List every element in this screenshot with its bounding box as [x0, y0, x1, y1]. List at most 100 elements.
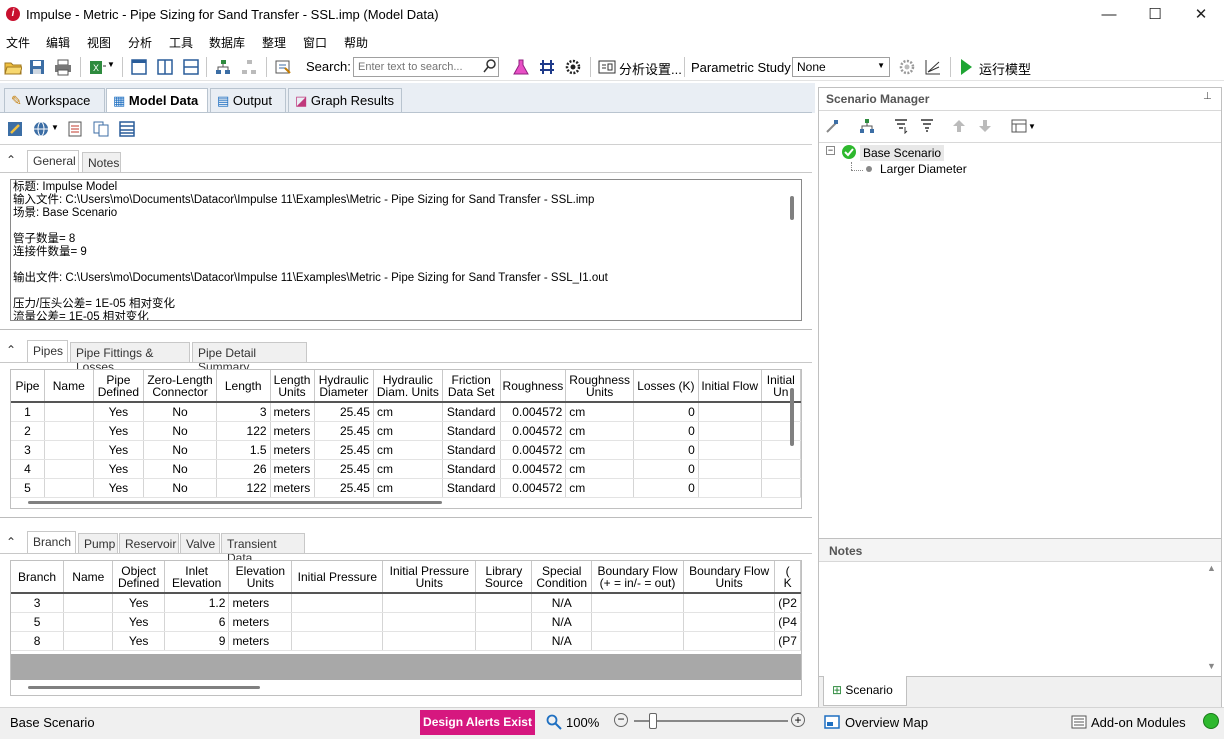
- table-cell[interactable]: [591, 593, 685, 613]
- table-cell[interactable]: [382, 593, 477, 613]
- table-cell[interactable]: 122: [216, 478, 271, 498]
- run-icon[interactable]: [957, 58, 975, 76]
- table-cell[interactable]: meters: [270, 440, 315, 460]
- scenario-tree-icon[interactable]: [859, 118, 875, 134]
- scroll-down-icon[interactable]: ▼: [1207, 661, 1216, 671]
- table-cell[interactable]: [683, 593, 776, 613]
- pin-icon[interactable]: ⊥: [1203, 91, 1212, 102]
- table-cell[interactable]: Yes: [112, 593, 165, 613]
- menu-database[interactable]: 数据库: [209, 34, 245, 51]
- table-cell[interactable]: [698, 421, 762, 441]
- table-cell[interactable]: 0.004572: [500, 421, 567, 441]
- tab-transient-data[interactable]: Transient Data: [221, 533, 305, 565]
- table-cell[interactable]: meters: [270, 402, 315, 422]
- table-cell[interactable]: 1.5: [216, 440, 271, 460]
- addon-modules-button[interactable]: Add-on Modules: [1091, 715, 1186, 730]
- table-cell[interactable]: (P7: [774, 631, 801, 651]
- pipes-column-header[interactable]: Zero-Length Connector: [143, 370, 217, 403]
- pipes-horizontal-scrollbar[interactable]: [28, 501, 442, 504]
- table-row[interactable]: 2 Yes No 122 meters 25.45 cm Standard 0.004572 cm…: [11, 421, 801, 441]
- table-cell[interactable]: cm: [373, 459, 443, 479]
- collapse-icon[interactable]: ⌃: [6, 153, 16, 167]
- table-cell[interactable]: 1.2: [164, 593, 230, 613]
- branch-column-header[interactable]: Inlet Elevation: [164, 561, 230, 594]
- pipes-column-header[interactable]: Initial Flow: [698, 370, 762, 403]
- row-header-cell[interactable]: 4: [11, 459, 45, 479]
- grid-icon[interactable]: [538, 58, 556, 76]
- table-cell[interactable]: (P4: [774, 612, 801, 632]
- table-cell[interactable]: cm: [565, 478, 635, 498]
- tab-pump[interactable]: Pump: [78, 533, 118, 553]
- split-horizontal-icon[interactable]: [182, 58, 200, 76]
- search-icon[interactable]: [482, 58, 498, 74]
- table-row[interactable]: 3 Yes 1.2 meters N/A (P2: [11, 593, 801, 613]
- row-header-cell[interactable]: 3: [11, 593, 65, 613]
- table-cell[interactable]: [44, 421, 94, 441]
- table-cell[interactable]: [698, 402, 762, 422]
- analysis-settings-button[interactable]: 分析设置...: [619, 59, 682, 78]
- copy-icon[interactable]: [92, 120, 110, 138]
- table-cell[interactable]: 25.45: [314, 421, 374, 441]
- table-cell[interactable]: No: [143, 478, 217, 498]
- split-vertical-icon[interactable]: [156, 58, 174, 76]
- branch-column-header[interactable]: Elevation Units: [228, 561, 293, 594]
- overview-map-button[interactable]: Overview Map: [845, 715, 928, 730]
- table-cell[interactable]: cm: [373, 440, 443, 460]
- table-cell[interactable]: Standard: [442, 478, 501, 498]
- branch-horizontal-scrollbar[interactable]: [28, 686, 260, 689]
- table-cell[interactable]: No: [143, 440, 217, 460]
- table-cell[interactable]: 3: [216, 402, 271, 422]
- sort-icon[interactable]: [893, 118, 909, 134]
- tab-pipes[interactable]: Pipes: [27, 340, 68, 362]
- branch-column-header[interactable]: Name: [63, 561, 114, 594]
- table-cell[interactable]: cm: [565, 459, 635, 479]
- table-cell[interactable]: [44, 440, 94, 460]
- table-cell[interactable]: 25.45: [314, 459, 374, 479]
- table-cell[interactable]: cm: [565, 440, 635, 460]
- scenario-base[interactable]: Base Scenario: [860, 145, 945, 161]
- maximize-button[interactable]: ☐: [1132, 0, 1178, 30]
- table-cell[interactable]: [475, 631, 533, 651]
- branch-column-header[interactable]: Boundary Flow Units: [683, 561, 776, 594]
- view-options-icon[interactable]: [1011, 118, 1027, 134]
- tab-pipe-detail-summary[interactable]: Pipe Detail Summary: [192, 342, 307, 374]
- table-cell[interactable]: 0: [633, 440, 699, 460]
- table-cell[interactable]: [382, 631, 477, 651]
- table-cell[interactable]: 0.004572: [500, 478, 567, 498]
- table-cell[interactable]: Yes: [93, 478, 145, 498]
- table-cell[interactable]: [698, 459, 762, 479]
- chevron-down-icon[interactable]: ▼: [1028, 122, 1036, 131]
- menu-file[interactable]: 文件: [6, 34, 30, 51]
- table-cell[interactable]: No: [143, 402, 217, 422]
- table-cell[interactable]: [382, 612, 477, 632]
- table-cell[interactable]: meters: [228, 612, 293, 632]
- menu-window[interactable]: 窗口: [303, 34, 327, 51]
- pipes-column-header[interactable]: Roughness: [500, 370, 567, 403]
- gear-wheel-icon[interactable]: [564, 58, 582, 76]
- tab-workspace[interactable]: ✎ Workspace: [4, 88, 105, 112]
- pipes-column-header[interactable]: Pipe Defined: [93, 370, 145, 403]
- table-cell[interactable]: N/A: [531, 612, 592, 632]
- print-preview-icon[interactable]: [66, 120, 84, 138]
- table-cell[interactable]: Yes: [93, 459, 145, 479]
- pipes-column-header[interactable]: Length: [216, 370, 271, 403]
- table-row[interactable]: 5 Yes 6 meters N/A (P4: [11, 612, 801, 632]
- table-cell[interactable]: [44, 402, 94, 422]
- zoom-in-icon[interactable]: +: [791, 713, 805, 727]
- select-icon[interactable]: [274, 58, 292, 76]
- table-cell[interactable]: 26: [216, 459, 271, 479]
- table-cell[interactable]: Standard: [442, 402, 501, 422]
- branch-column-header[interactable]: Initial Pressure: [291, 561, 384, 594]
- close-button[interactable]: ✕: [1178, 0, 1224, 30]
- pipes-column-header[interactable]: Initial Un: [761, 370, 801, 403]
- table-cell[interactable]: 25.45: [314, 402, 374, 422]
- row-header-cell[interactable]: 3: [11, 440, 45, 460]
- table-cell[interactable]: [44, 478, 94, 498]
- export-excel-icon[interactable]: X: [88, 58, 106, 76]
- row-header-cell[interactable]: 1: [11, 402, 45, 422]
- table-cell[interactable]: cm: [565, 402, 635, 422]
- table-row[interactable]: 4 Yes No 26 meters 25.45 cm Standard 0.004572 cm 0: [11, 459, 801, 479]
- collapse-tree-icon[interactable]: −: [826, 146, 835, 155]
- table-cell[interactable]: Yes: [112, 631, 165, 651]
- single-window-icon[interactable]: [130, 58, 148, 76]
